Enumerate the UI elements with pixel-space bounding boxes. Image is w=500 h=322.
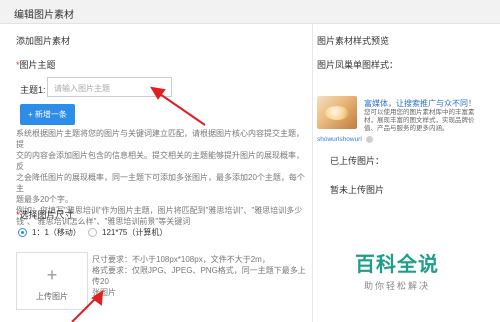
preview-footer: showurlshowurl	[317, 136, 373, 143]
size-option-mobile[interactable]: 1：1（移动）	[18, 227, 81, 238]
requirement-line: 张图片	[92, 288, 116, 297]
radio-selected-icon[interactable]	[18, 228, 27, 237]
description-line: 题最多20个字。	[16, 195, 73, 204]
requirement-line: 格式要求：仅限JPG、JPEG、PNG格式，同一主题下最多上传20	[92, 266, 306, 286]
theme-row-label: 主题1:	[20, 85, 46, 95]
info-icon	[365, 136, 373, 143]
preview-description: 您可以使用您的图片素材库中的丰富素材，展现丰富的图文样式，实现品牌价值、产品与服…	[364, 109, 475, 132]
theme-label: *图片主题	[16, 58, 56, 71]
description-line: 之会降低图片的展现概率，同一主题下可添加多张图片，最多添加20个主题，每个主	[16, 173, 305, 193]
size-label: *选择图片尺寸	[16, 208, 74, 221]
upload-image-box[interactable]: + 上传图片	[16, 252, 88, 310]
column-divider	[312, 24, 313, 322]
description-line: 系统根据图片主题将您的图片与关键词建立匹配，请根据图片核心内容提交主题，提	[16, 129, 304, 149]
plus-icon: +	[46, 265, 58, 285]
theme-input-placeholder: 请输入图片主题	[54, 84, 110, 93]
preview-thumbnail	[317, 96, 357, 129]
size-label-text: 选择图片尺寸	[19, 210, 74, 220]
preview-title: 图片素材样式预览	[317, 36, 390, 46]
theme-label-text: 图片主题	[19, 60, 56, 70]
watermark-main: 百科全说	[355, 254, 439, 276]
requirement-line: 尺寸要求：不小于108px*108px，文件不大于2m，	[92, 255, 270, 264]
size-option-computer[interactable]: 121*75（计算机）	[88, 227, 167, 238]
uploaded-title: 已上传图片：	[330, 156, 385, 166]
watermark-sub: 助你轻松解决	[363, 281, 430, 291]
section-title-add-image: 添加图片素材	[16, 36, 71, 46]
radio-unselected-icon[interactable]	[88, 228, 97, 237]
description-line: 交的内容会添加图片包含的信息相关。提交相关的主题能够提升图片的展现概率，反	[16, 151, 304, 171]
watermark: 百科全说 助你轻松解决	[355, 248, 439, 292]
upload-requirements: 尺寸要求：不小于108px*108px，文件不大于2m， 格式要求：仅限JPG、…	[92, 254, 307, 298]
theme-input[interactable]: 请输入图片主题	[47, 77, 172, 97]
preview-site: showurlshowurl	[317, 136, 362, 143]
preview-headline: 富媒体，让搜索推广与众不同！	[364, 99, 476, 108]
style-title: 图片凤巢单图样式：	[317, 60, 399, 70]
upload-label: 上传图片	[36, 292, 68, 301]
add-theme-button[interactable]: + 新增一条	[20, 104, 75, 125]
size-option-label: 1：1（移动）	[32, 228, 81, 237]
size-option-label: 121*75（计算机）	[102, 228, 168, 237]
preview-card: 富媒体，让搜索推广与众不同！ 您可以使用您的图片素材库中的丰富素材，展现丰富的图…	[317, 96, 477, 134]
empty-uploads-text: 暂未上传图片	[330, 185, 385, 195]
page-title: 编辑图片素材	[14, 10, 74, 21]
header-bar: 编辑图片素材	[0, 0, 500, 24]
